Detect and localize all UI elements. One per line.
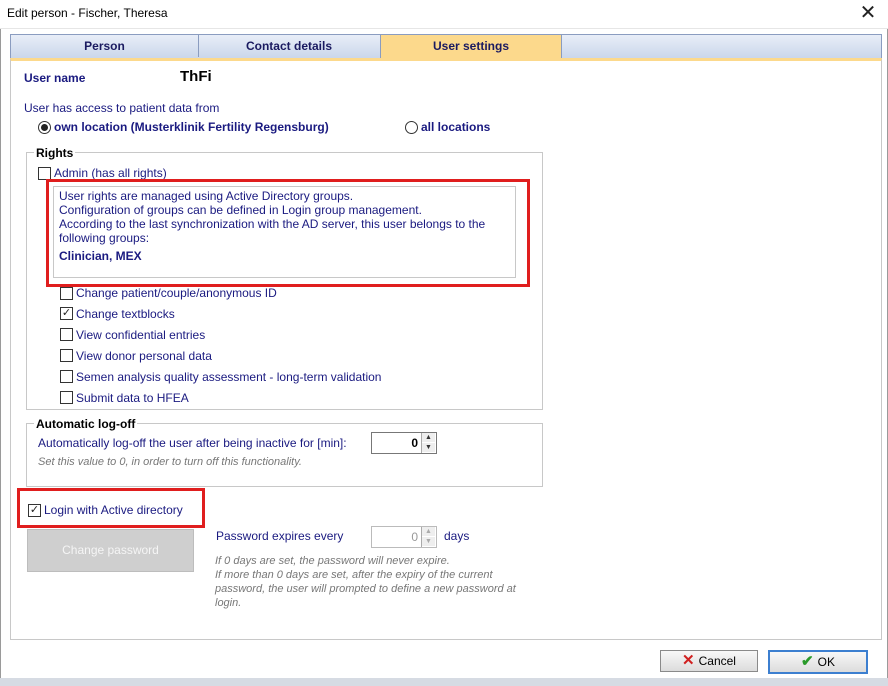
rights-item-label[interactable]: View donor personal data: [76, 349, 212, 363]
access-label: User has access to patient data from: [24, 101, 220, 115]
cancel-x-icon: ✕: [682, 652, 695, 669]
password-days-value[interactable]: 0: [374, 530, 418, 544]
ok-check-icon: ✔: [801, 653, 814, 670]
rights-item-label[interactable]: Semen analysis quality assessment - long…: [76, 370, 381, 384]
rights-item-label[interactable]: Change patient/couple/anonymous ID: [76, 286, 277, 300]
rights-item-checkbox[interactable]: [60, 287, 73, 300]
rights-item-label[interactable]: Submit data to HFEA: [76, 391, 189, 405]
rights-item-checkbox[interactable]: [60, 349, 73, 362]
rights-item-checkbox[interactable]: [60, 328, 73, 341]
highlight-ad-info: [46, 179, 530, 287]
own-location-label[interactable]: own location (Musterklinik Fertility Reg…: [54, 120, 329, 134]
rights-item-label[interactable]: View confidential entries: [76, 328, 205, 342]
login-ad-label[interactable]: Login with Active directory: [44, 503, 183, 517]
password-days-label: days: [444, 529, 470, 543]
password-hint-line: If 0 days are set, the password will nev…: [215, 555, 450, 567]
password-expires-label: Password expires every: [216, 529, 344, 543]
all-locations-radio[interactable]: [405, 121, 418, 134]
logoff-minutes-stepper[interactable]: 0 ▲ ▼: [371, 432, 437, 454]
ok-button[interactable]: ✔ OK: [768, 650, 868, 674]
password-hint-line: login.: [215, 597, 242, 609]
ok-label: OK: [817, 655, 835, 669]
tab-person[interactable]: Person: [11, 35, 199, 57]
spin-up-icon[interactable]: ▲: [422, 433, 435, 442]
own-location-radio[interactable]: [38, 121, 51, 134]
spin-up-icon[interactable]: ▲: [422, 527, 435, 536]
login-ad-checkbox[interactable]: ✓: [28, 504, 41, 517]
rights-item-checkbox[interactable]: ✓: [60, 307, 73, 320]
cancel-button[interactable]: ✕ Cancel: [660, 650, 758, 672]
logoff-label: Automatically log-off the user after bei…: [38, 436, 347, 450]
password-hint-line: If more than 0 days are set, after the e…: [215, 569, 493, 581]
user-name-label: User name: [24, 71, 86, 85]
change-password-button[interactable]: Change password: [27, 529, 194, 572]
user-name-value: ThFi: [180, 68, 212, 85]
password-hint-line: password, the user will prompted to defi…: [215, 583, 516, 595]
rights-title: Rights: [34, 146, 76, 160]
logoff-hint: Set this value to 0, in order to turn of…: [38, 456, 302, 468]
logoff-title: Automatic log-off: [34, 417, 138, 431]
all-locations-label[interactable]: all locations: [421, 120, 490, 134]
logoff-minutes-value[interactable]: 0: [374, 436, 418, 450]
rights-item-checkbox[interactable]: [60, 370, 73, 383]
admin-label[interactable]: Admin (has all rights): [54, 166, 167, 180]
spin-down-icon[interactable]: ▼: [422, 537, 435, 546]
rights-item-checkbox[interactable]: [60, 391, 73, 404]
window-title: Edit person - Fischer, Theresa: [7, 6, 168, 20]
rights-item-label[interactable]: Change textblocks: [76, 307, 175, 321]
close-icon[interactable]: ✕: [856, 2, 880, 24]
tab-user-settings[interactable]: User settings: [380, 34, 562, 59]
background-window-strip: [0, 678, 888, 686]
tab-contact-details[interactable]: Contact details: [198, 35, 381, 57]
password-days-stepper[interactable]: 0 ▲ ▼: [371, 526, 437, 548]
cancel-label: Cancel: [698, 654, 736, 668]
spin-down-icon[interactable]: ▼: [422, 443, 435, 452]
